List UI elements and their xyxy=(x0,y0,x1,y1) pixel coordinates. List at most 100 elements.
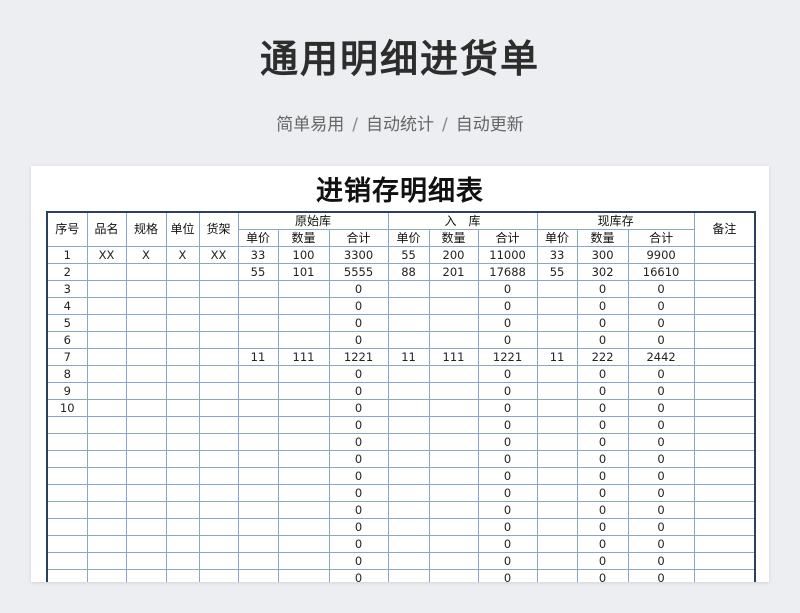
cell-spec xyxy=(125,552,167,570)
subtitle-part-3: 自动更新 xyxy=(455,115,524,135)
cell-original-qty xyxy=(277,280,330,298)
cell-stock-total: 0 xyxy=(627,297,695,315)
cell-spec xyxy=(125,467,167,485)
header-quantity: 数量 xyxy=(428,229,479,247)
cell-spec xyxy=(125,501,167,519)
cell-stock-price xyxy=(536,535,578,553)
cell-stock-qty: 222 xyxy=(576,348,629,366)
cell-shelf xyxy=(198,263,239,281)
cell-stock-qty: 0 xyxy=(576,433,629,451)
table-row: 0000 xyxy=(46,450,756,468)
cell-in-price xyxy=(387,433,430,451)
table-row: 0000 xyxy=(46,433,756,451)
cell-seq: 10 xyxy=(46,399,88,417)
cell-shelf xyxy=(198,552,239,570)
cell-original-qty xyxy=(277,382,330,400)
table-row: 0000 xyxy=(46,501,756,519)
cell-spec xyxy=(125,535,167,553)
cell-shelf xyxy=(198,501,239,519)
cell-stock-qty: 0 xyxy=(576,450,629,468)
table-row: 0000 xyxy=(46,552,756,570)
cell-unit xyxy=(165,314,200,332)
header-group-original: 原始库 xyxy=(237,211,389,230)
cell-stock-total: 9900 xyxy=(627,246,695,264)
cell-original-total: 0 xyxy=(328,484,389,502)
cell-original-price xyxy=(237,399,279,417)
cell-stock-total: 0 xyxy=(627,518,695,536)
cell-unit xyxy=(165,416,200,434)
cell-seq xyxy=(46,535,88,553)
cell-original-price xyxy=(237,365,279,383)
cell-in-price xyxy=(387,569,430,582)
header-total: 合计 xyxy=(477,229,538,247)
cell-seq xyxy=(46,552,88,570)
cell-remark xyxy=(693,416,756,434)
cell-in-price: 55 xyxy=(387,246,430,264)
cell-seq xyxy=(46,450,88,468)
cell-remark xyxy=(693,314,756,332)
cell-seq: 4 xyxy=(46,297,88,315)
cell-original-qty xyxy=(277,535,330,553)
cell-original-qty xyxy=(277,365,330,383)
cell-in-qty xyxy=(428,552,479,570)
cell-stock-qty: 0 xyxy=(576,280,629,298)
cell-name xyxy=(86,348,127,366)
spreadsheet-preview: 进销存明细表 序号 品名 规格 单位 货架 原始库 入 库 现库存 备注 单价 xyxy=(31,166,769,582)
cell-remark xyxy=(693,501,756,519)
cell-stock-total: 0 xyxy=(627,552,695,570)
cell-in-total: 0 xyxy=(477,501,538,519)
subtitle-part-1: 简单易用 xyxy=(276,115,345,135)
cell-spec xyxy=(125,450,167,468)
cell-in-total: 0 xyxy=(477,416,538,434)
cell-in-qty: 201 xyxy=(428,263,479,281)
table-row: 60000 xyxy=(46,331,756,349)
cell-in-total: 0 xyxy=(477,314,538,332)
cell-shelf xyxy=(198,382,239,400)
cell-in-qty xyxy=(428,297,479,315)
table-row: 0000 xyxy=(46,535,756,553)
cell-stock-price xyxy=(536,399,578,417)
cell-unit xyxy=(165,280,200,298)
cell-stock-qty: 0 xyxy=(576,501,629,519)
cell-original-qty xyxy=(277,416,330,434)
cell-in-price xyxy=(387,314,430,332)
cell-original-qty: 111 xyxy=(277,348,330,366)
cell-original-qty: 100 xyxy=(277,246,330,264)
cell-in-qty xyxy=(428,382,479,400)
cell-shelf xyxy=(198,467,239,485)
header-quantity: 数量 xyxy=(277,229,330,247)
cell-stock-qty: 0 xyxy=(576,484,629,502)
cell-stock-qty: 0 xyxy=(576,535,629,553)
cell-stock-total: 0 xyxy=(627,416,695,434)
cell-remark xyxy=(693,263,756,281)
cell-original-price xyxy=(237,314,279,332)
cell-name xyxy=(86,365,127,383)
cell-remark xyxy=(693,484,756,502)
cell-unit xyxy=(165,501,200,519)
cell-in-price xyxy=(387,450,430,468)
table-row: 0000 xyxy=(46,484,756,502)
cell-unit xyxy=(165,331,200,349)
header-group-in: 入 库 xyxy=(387,211,538,230)
cell-seq xyxy=(46,484,88,502)
cell-spec xyxy=(125,314,167,332)
cell-stock-qty: 300 xyxy=(576,246,629,264)
cell-stock-price xyxy=(536,569,578,582)
cell-seq: 3 xyxy=(46,280,88,298)
cell-stock-price xyxy=(536,382,578,400)
cell-unit xyxy=(165,569,200,582)
cell-unit xyxy=(165,535,200,553)
cell-original-qty xyxy=(277,314,330,332)
table-row: 0000 xyxy=(46,467,756,485)
header-group-stock: 现库存 xyxy=(536,211,695,230)
cell-unit xyxy=(165,382,200,400)
cell-name xyxy=(86,450,127,468)
cell-seq xyxy=(46,569,88,582)
cell-in-qty: 111 xyxy=(428,348,479,366)
header-shelf: 货架 xyxy=(198,211,239,247)
cell-remark xyxy=(693,365,756,383)
cell-stock-total: 2442 xyxy=(627,348,695,366)
cell-spec xyxy=(125,433,167,451)
header-name: 品名 xyxy=(86,211,127,247)
cell-original-price xyxy=(237,501,279,519)
